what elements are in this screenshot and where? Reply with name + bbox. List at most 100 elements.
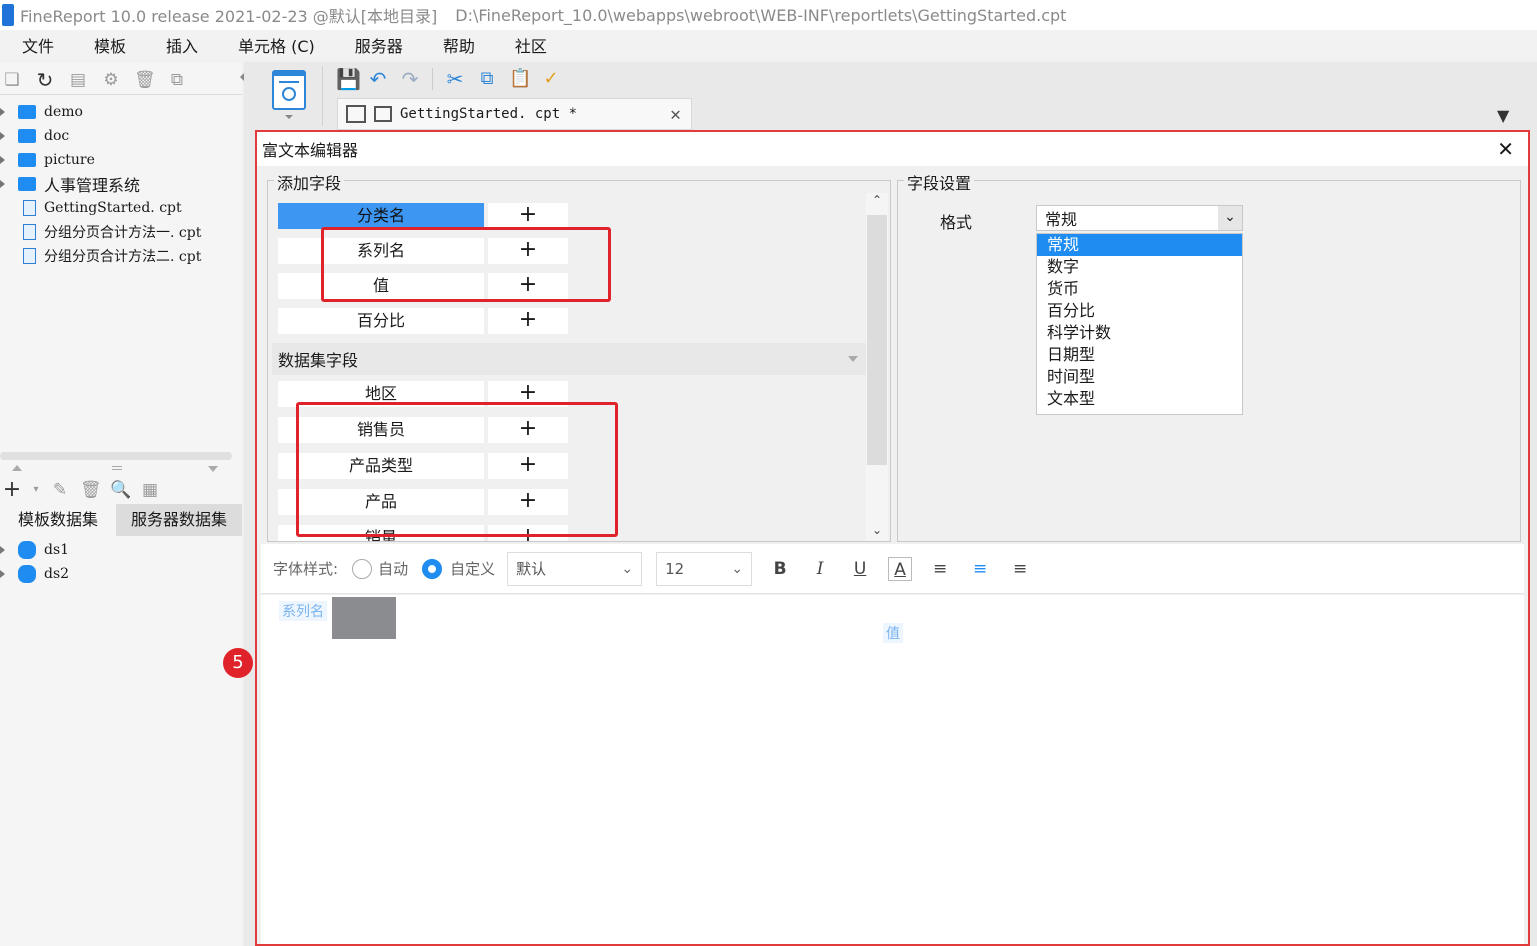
format-option[interactable]: 时间型: [1037, 366, 1242, 388]
cut-icon[interactable]: ✂: [445, 69, 465, 89]
menu-template[interactable]: 模板: [94, 33, 126, 57]
delete-icon[interactable]: 🗑: [134, 70, 156, 90]
template-type-dropdown-icon[interactable]: [285, 115, 293, 119]
expand-caret-icon[interactable]: [0, 180, 5, 188]
settings-icon[interactable]: ⚙: [101, 70, 121, 90]
font-color-icon[interactable]: A: [888, 556, 913, 581]
template-type-icon[interactable]: [272, 70, 306, 110]
dataset-field-section[interactable]: 数据集字段: [272, 343, 866, 375]
tree-item-picture[interactable]: picture: [0, 148, 242, 172]
format-option[interactable]: 数字: [1037, 256, 1242, 278]
underline-icon[interactable]: U: [848, 557, 872, 581]
dataset-item-ds1[interactable]: ds1: [0, 538, 242, 562]
field-row: 百分比 +: [278, 308, 568, 334]
align-center-icon[interactable]: ≡: [968, 557, 992, 581]
rich-text-content[interactable]: 系列名 值: [261, 595, 1524, 944]
redo-icon[interactable]: ↷: [400, 69, 420, 89]
preview-icon[interactable]: 🔍: [110, 480, 131, 500]
properties-icon[interactable]: ▤: [68, 70, 88, 90]
edit-icon[interactable]: ✎: [50, 480, 70, 500]
scroll-thumb[interactable]: [867, 215, 887, 465]
dataset-settings-icon[interactable]: ▦: [140, 480, 160, 500]
expand-caret-icon[interactable]: [0, 108, 5, 116]
format-label: 格式: [940, 213, 973, 232]
panel-splitter[interactable]: [0, 462, 242, 476]
chevron-down-icon[interactable]: ⌄: [731, 561, 743, 577]
expand-caret-icon[interactable]: [0, 132, 5, 140]
refresh-icon[interactable]: ↻: [35, 70, 55, 90]
expand-caret-icon[interactable]: [0, 570, 5, 578]
scroll-down-icon[interactable]: ⌄: [866, 523, 888, 537]
value-tag[interactable]: 值: [883, 623, 903, 643]
format-option[interactable]: 百分比: [1037, 300, 1242, 322]
menu-community[interactable]: 社区: [515, 33, 547, 57]
section-collapse-icon[interactable]: [848, 356, 858, 362]
format-option[interactable]: 文本型: [1037, 388, 1242, 410]
series-name-tag[interactable]: 系列名: [279, 601, 327, 621]
tree-item-label: GettingStarted. cpt: [44, 200, 182, 216]
format-option[interactable]: 货币: [1037, 278, 1242, 300]
tree-item-method-one[interactable]: 分组分页合计方法一. cpt: [0, 220, 242, 244]
save-icon[interactable]: 💾: [336, 69, 361, 89]
field-list-scrollbar[interactable]: ⌃ ⌄: [866, 193, 888, 541]
add-field-plus-icon[interactable]: +: [488, 203, 568, 229]
splitter-grip-icon: [112, 466, 122, 470]
dataset-item-ds2[interactable]: ds2: [0, 562, 242, 586]
custom-radio[interactable]: [422, 558, 443, 579]
tab-server-dataset[interactable]: 服务器数据集: [116, 504, 242, 536]
cpt-file-icon: [22, 200, 36, 216]
editor-tab[interactable]: GettingStarted. cpt * ✕: [337, 98, 692, 130]
menu-insert[interactable]: 插入: [166, 33, 198, 57]
tab-template-dataset[interactable]: 模板数据集: [0, 504, 116, 536]
tree-item-hr-system[interactable]: 人事管理系统: [0, 172, 242, 196]
tree-item-gettingstarted[interactable]: GettingStarted. cpt: [0, 196, 242, 220]
splitter-down-icon[interactable]: [208, 466, 218, 472]
database-icon: [18, 541, 36, 559]
format-option[interactable]: 日期型: [1037, 344, 1242, 366]
chevron-down-icon[interactable]: ⌄: [1218, 206, 1242, 230]
bold-icon[interactable]: B: [768, 557, 792, 581]
add-dataset-icon[interactable]: +: [2, 479, 22, 501]
tree-item-demo[interactable]: demo: [0, 100, 242, 124]
auto-label: 自动: [378, 560, 409, 578]
menu-file[interactable]: 文件: [22, 33, 54, 57]
tree-item-label: 分组分页合计方法二. cpt: [44, 249, 202, 265]
menu-help[interactable]: 帮助: [443, 33, 475, 57]
field-item[interactable]: 百分比: [278, 308, 484, 334]
expand-caret-icon[interactable]: [0, 156, 5, 164]
dropdown-arrow-icon[interactable]: ▾: [32, 480, 40, 500]
menu-cell[interactable]: 单元格 (C): [238, 33, 315, 57]
splitter-up-icon[interactable]: [12, 465, 22, 471]
format-option[interactable]: 常规: [1037, 234, 1242, 256]
menu-server[interactable]: 服务器: [355, 33, 403, 57]
format-option[interactable]: 科学计数: [1037, 322, 1242, 344]
font-family-select[interactable]: 默认 ⌄: [507, 551, 643, 586]
format-painter-icon[interactable]: ✓: [541, 69, 561, 89]
tab-menu-icon[interactable]: ▼: [1497, 106, 1509, 125]
chevron-down-icon[interactable]: ⌄: [621, 561, 633, 577]
tree-item-doc[interactable]: doc: [0, 124, 242, 148]
expand-caret-icon[interactable]: [0, 546, 5, 554]
tree-scrollbar[interactable]: [0, 452, 232, 460]
undo-icon[interactable]: ↶: [368, 69, 388, 89]
align-left-icon[interactable]: ≡: [928, 557, 952, 581]
dataset-list: ds1 ds2: [0, 538, 242, 586]
copy-icon[interactable]: ⧉: [167, 70, 187, 90]
copy-icon[interactable]: ⧉: [477, 69, 497, 89]
field-item[interactable]: 分类名: [278, 203, 484, 229]
align-right-icon[interactable]: ≡: [1008, 557, 1032, 581]
rich-text-editor-dialog: 富文本编辑器 ✕ 添加字段 分类名 + 系列名 + 值 + 百分比 + 数据集字…: [255, 130, 1530, 946]
auto-radio[interactable]: [352, 558, 373, 579]
new-folder-icon[interactable]: ❏: [2, 70, 22, 90]
close-tab-icon[interactable]: ✕: [670, 104, 681, 125]
dialog-close-icon[interactable]: ✕: [1497, 137, 1514, 161]
italic-icon[interactable]: I: [808, 557, 832, 581]
delete-dataset-icon[interactable]: 🗑: [80, 480, 102, 500]
add-field-plus-icon[interactable]: +: [488, 308, 568, 334]
scroll-up-icon[interactable]: ⌃: [866, 193, 888, 211]
paste-icon[interactable]: 📋: [509, 69, 531, 89]
font-size-select[interactable]: 12 ⌄: [656, 551, 753, 586]
format-select[interactable]: 常规 ⌄: [1036, 205, 1243, 231]
folder-icon: [18, 153, 36, 167]
tree-item-method-two[interactable]: 分组分页合计方法二. cpt: [0, 244, 242, 268]
